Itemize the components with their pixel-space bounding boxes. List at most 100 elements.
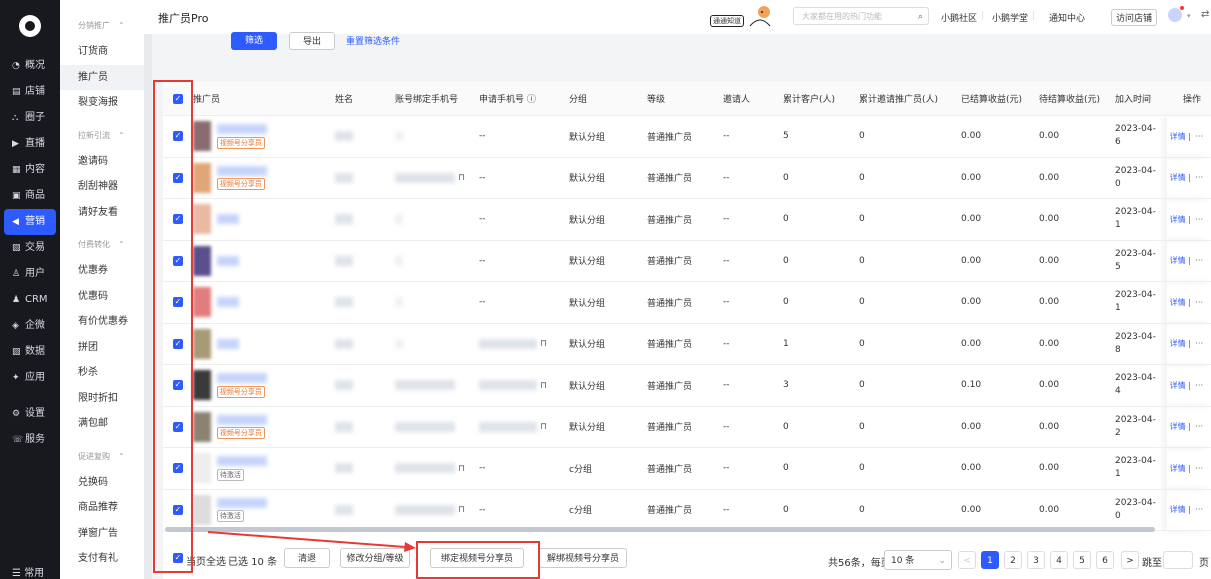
sub-item[interactable]: 支付有礼 [60, 546, 144, 572]
sub-item[interactable]: 裂变海报 [60, 90, 144, 116]
page-button[interactable]: 1 [981, 551, 999, 569]
switch-icon[interactable]: ⇄ [1201, 9, 1209, 20]
more-icon[interactable]: ··· [1195, 298, 1203, 307]
prev-page-button[interactable]: < [958, 551, 976, 569]
table-row[interactable]: ✓ -- 默认分组 普通推广员 -- 0 0 0.00 0.00 2023-04… [163, 240, 1211, 282]
detail-link[interactable]: 详情 [1170, 132, 1186, 141]
sub-item[interactable]: 秒杀 [60, 360, 144, 386]
more-icon[interactable]: ··· [1195, 339, 1203, 348]
sub-nav-scrollbar[interactable] [144, 30, 152, 579]
lock-icon[interactable]: ⊓ [540, 422, 547, 432]
nav-item-7[interactable]: ▧ 交易 [0, 235, 60, 261]
lock-icon[interactable]: ⊓ [540, 381, 547, 391]
page-button[interactable]: 2 [1004, 551, 1022, 569]
page-button[interactable]: 5 [1073, 551, 1091, 569]
nav-item-5[interactable]: ▣ 商品 [0, 183, 60, 209]
tips-badge[interactable]: 通通知道 [710, 15, 744, 27]
sub-item[interactable]: 拼团 [60, 335, 144, 361]
page-button[interactable]: 6 [1096, 551, 1114, 569]
sub-item[interactable]: 请好友看 [60, 200, 144, 226]
table-row[interactable]: ✓ ⊓ 默认分组 普通推广员 -- 1 0 0.00 0.00 2023-04-… [163, 323, 1211, 365]
detail-link[interactable]: 详情 [1170, 505, 1186, 514]
table-row[interactable]: ✓ -- 默认分组 普通推广员 -- 0 0 0.00 0.00 2023-04… [163, 281, 1211, 324]
mascot-icon[interactable] [746, 4, 774, 28]
table-row[interactable]: ✓ 视频号分享员 ⊓ -- 默认分组 普通推广员 -- 0 0 0.00 0.0… [163, 157, 1211, 199]
nav-item-12[interactable]: ✦ 应用 [0, 365, 60, 391]
link-notice[interactable]: 通知中心 [1049, 11, 1085, 24]
detail-link[interactable]: 详情 [1170, 422, 1186, 431]
unbind-video-sharer-button[interactable]: 解绑视频号分享员 [539, 548, 627, 568]
visit-shop-button[interactable]: 访问店铺 [1111, 9, 1158, 26]
page-button[interactable]: 3 [1027, 551, 1045, 569]
sub-group-title[interactable]: 分销推广 ⌃ [78, 20, 144, 31]
table-row[interactable]: ✓ 待激活 ⊓ -- c分组 普通推广员 -- 0 0 0.00 0.00 20… [163, 489, 1211, 531]
more-icon[interactable]: ··· [1195, 132, 1203, 141]
nav-common[interactable]: ☰ 常用 [12, 564, 44, 579]
link-community[interactable]: 小鹅社区 [941, 11, 977, 24]
detail-link[interactable]: 详情 [1170, 381, 1186, 390]
sub-item[interactable]: 优惠码 [60, 284, 144, 310]
sub-item[interactable]: 弹窗广告 [60, 521, 144, 547]
more-icon[interactable]: ··· [1195, 381, 1203, 390]
table-row[interactable]: ✓ -- 默认分组 普通推广员 -- 0 0 0.00 0.00 2023-04… [163, 198, 1211, 241]
lock-icon[interactable]: ⊓ [458, 464, 465, 474]
detail-link[interactable]: 详情 [1170, 215, 1186, 224]
table-row[interactable]: ✓ 待激活 ⊓ -- c分组 普通推广员 -- 0 0 0.00 0.00 20… [163, 447, 1211, 490]
nav-item-4[interactable]: ▦ 内容 [0, 157, 60, 183]
sub-item[interactable]: 邀请码 [60, 149, 144, 175]
nav-item-9[interactable]: ♟ CRM [0, 287, 60, 313]
export-button[interactable]: 导出 [289, 32, 335, 50]
sub-item[interactable]: 商品推荐 [60, 495, 144, 521]
more-icon[interactable]: ··· [1195, 505, 1203, 514]
detail-link[interactable]: 详情 [1170, 256, 1186, 265]
nav-item-8[interactable]: ♙ 用户 [0, 261, 60, 287]
table-row[interactable]: ✓ 视频号分享员 ⊓ 默认分组 普通推广员 -- 3 0 0.10 0.00 2… [163, 364, 1211, 407]
lock-icon[interactable]: ⊓ [458, 173, 465, 183]
link-school[interactable]: 小鹅学堂 [992, 11, 1028, 24]
detail-link[interactable]: 详情 [1170, 298, 1186, 307]
sub-group-title[interactable]: 促进复购 ⌃ [78, 451, 144, 462]
search-input[interactable]: 大家都在用的热门功能 ⌕ [793, 7, 929, 25]
page-button[interactable]: 4 [1050, 551, 1068, 569]
table-row[interactable]: ✓ 视频号分享员 ⊓ 默认分组 普通推广员 -- 0 0 0.00 0.00 2… [163, 406, 1211, 448]
chevron-down-icon[interactable]: ▾ [1187, 12, 1191, 20]
sub-item[interactable]: 满包邮 [60, 411, 144, 437]
search-icon[interactable]: ⌕ [918, 8, 923, 26]
sub-item[interactable]: 限时折扣 [60, 386, 144, 412]
sub-item[interactable]: 刮刮神器 [60, 174, 144, 200]
sub-item[interactable]: 推广员 [60, 64, 144, 90]
lock-icon[interactable]: ⊓ [458, 505, 465, 515]
avatar[interactable] [1168, 8, 1182, 22]
nav-item-0[interactable]: ◔ 概况 [0, 53, 60, 79]
detail-link[interactable]: 详情 [1170, 173, 1186, 182]
sub-item[interactable]: 兑换码 [60, 470, 144, 496]
sub-item[interactable]: 订货商 [60, 39, 144, 65]
more-icon[interactable]: ··· [1195, 256, 1203, 265]
more-icon[interactable]: ··· [1195, 173, 1203, 182]
page-size-select[interactable]: 10 条 ⌄ [884, 550, 952, 570]
reset-filter-link[interactable]: 重置筛选条件 [346, 34, 400, 47]
detail-link[interactable]: 详情 [1170, 339, 1186, 348]
nav-item-6[interactable]: ◀ 营销 [4, 209, 56, 235]
detail-link[interactable]: 详情 [1170, 464, 1186, 473]
more-icon[interactable]: ··· [1195, 215, 1203, 224]
nav-item-3[interactable]: ▶ 直播 [0, 131, 60, 157]
sub-group-title[interactable]: 付费转化 ⌃ [78, 239, 144, 250]
next-page-button[interactable]: > [1121, 551, 1139, 569]
sub-item[interactable]: 有价优惠券 [60, 309, 144, 335]
nav-item-11[interactable]: ▨ 数据 [0, 339, 60, 365]
nav-item-13[interactable]: ⚙ 设置 [0, 401, 60, 427]
nav-item-10[interactable]: ◈ 企微 [0, 313, 60, 339]
sub-group-title[interactable]: 拉新引流 ⌃ [78, 130, 144, 141]
nav-item-2[interactable]: ⛬ 圈子 [0, 105, 60, 131]
jump-input[interactable] [1163, 551, 1193, 569]
more-icon[interactable]: ··· [1195, 422, 1203, 431]
nav-item-14[interactable]: ☏ 服务 [0, 427, 60, 453]
lock-icon[interactable]: ⊓ [540, 339, 547, 349]
more-icon[interactable]: ··· [1195, 464, 1203, 473]
filter-button[interactable]: 筛选 [231, 32, 277, 50]
table-row[interactable]: ✓ 视频号分享员 -- 默认分组 普通推广员 -- 5 0 0.00 0.00 … [163, 115, 1211, 158]
sub-item[interactable]: 优惠券 [60, 258, 144, 284]
nav-item-1[interactable]: ▤ 店铺 [0, 79, 60, 105]
app-logo[interactable] [19, 15, 41, 37]
